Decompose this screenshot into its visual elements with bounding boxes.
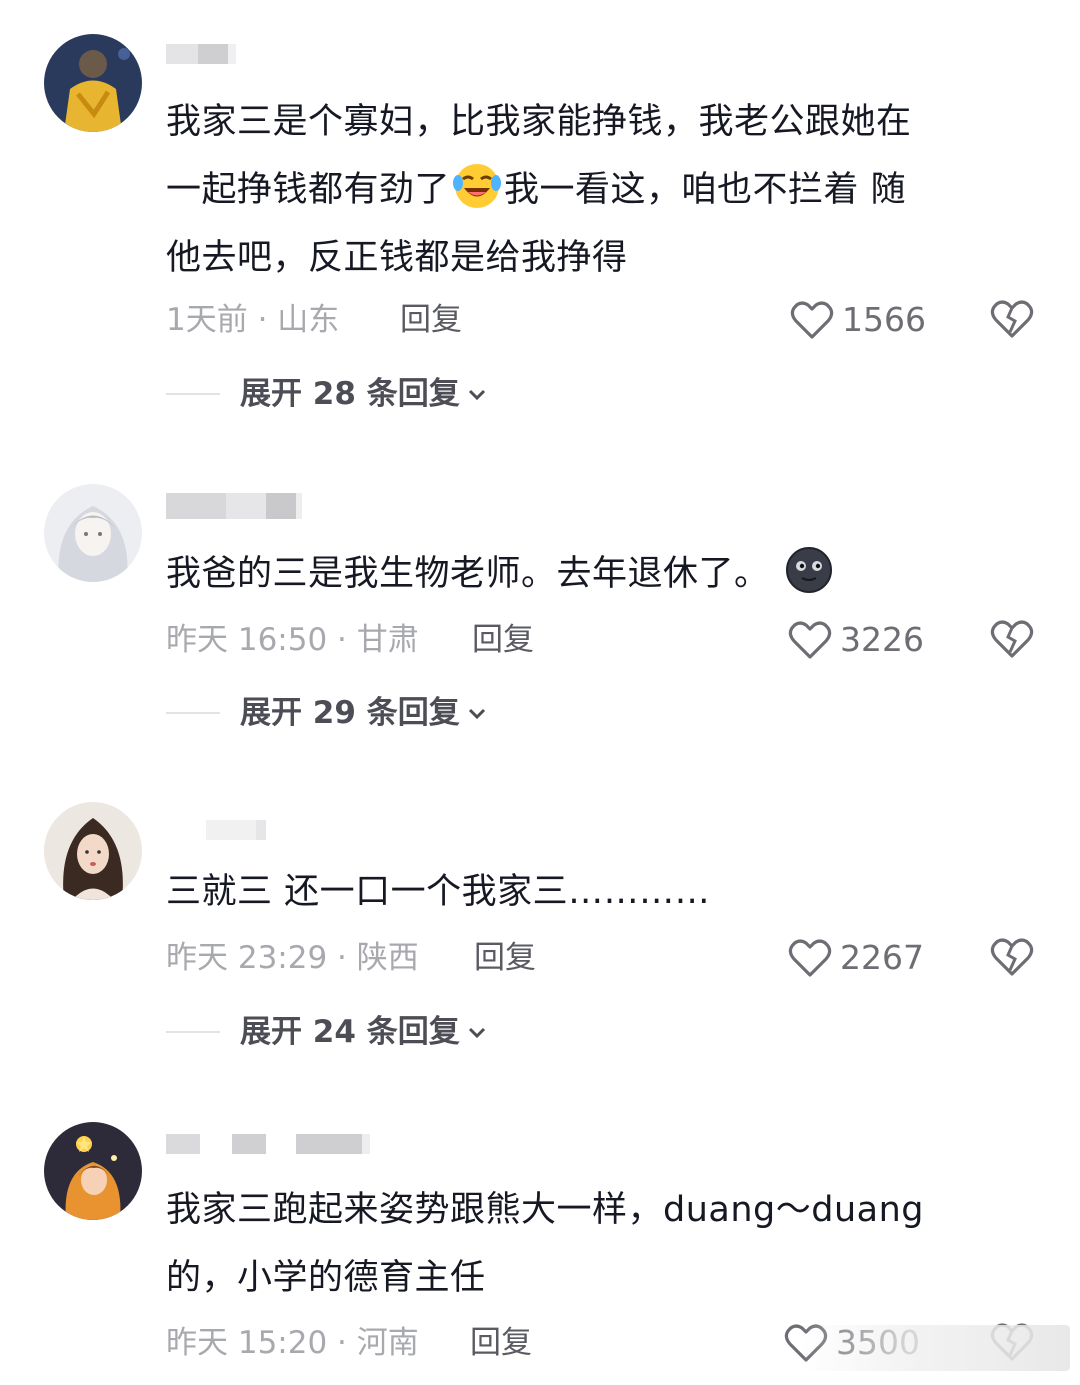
broken-heart-icon[interactable] bbox=[990, 936, 1034, 978]
like-count: 2267 bbox=[840, 938, 924, 977]
chevron-down-icon bbox=[468, 1027, 485, 1039]
expand-replies-button[interactable]: 展开 24 条回复 bbox=[166, 1012, 488, 1052]
comment-meta: 昨天 15:20 · 河南 bbox=[166, 1325, 419, 1361]
avatar[interactable] bbox=[44, 34, 142, 132]
reply-button[interactable]: 回复 bbox=[474, 938, 536, 978]
chevron-down-icon bbox=[468, 708, 485, 720]
like-button[interactable]: 3226 bbox=[788, 620, 924, 660]
reply-button[interactable]: 回复 bbox=[400, 300, 462, 340]
laughing-crying-emoji bbox=[452, 161, 502, 211]
like-button[interactable]: 1566 bbox=[790, 300, 926, 340]
comment-text: 三就三 还一口一个我家三………… bbox=[166, 872, 711, 912]
username-blurred[interactable] bbox=[166, 812, 266, 848]
divider bbox=[166, 1031, 220, 1033]
chevron-down-icon bbox=[468, 389, 485, 401]
comment-meta: 昨天 16:50 · 甘肃 bbox=[166, 622, 419, 658]
like-button[interactable]: 2267 bbox=[788, 938, 924, 978]
new-moon-face-emoji bbox=[784, 545, 834, 595]
username-blurred[interactable] bbox=[166, 1126, 370, 1162]
like-count: 1566 bbox=[842, 300, 926, 339]
comment-text: 我家三是个寡妇，比我家能挣钱，我老公跟她在 一起挣钱都有劲了 我一看这，咱也不拦着… bbox=[166, 102, 912, 278]
avatar[interactable] bbox=[44, 484, 142, 582]
reply-button[interactable]: 回复 bbox=[470, 1323, 532, 1363]
heart-icon bbox=[790, 301, 834, 339]
heart-icon bbox=[788, 621, 832, 659]
heart-icon bbox=[788, 939, 832, 977]
watermark-overlay bbox=[800, 1325, 1070, 1371]
username-blurred[interactable] bbox=[166, 36, 236, 72]
expand-replies-button[interactable]: 展开 29 条回复 bbox=[166, 693, 488, 733]
avatar[interactable] bbox=[44, 802, 142, 900]
comment-meta: 昨天 23:29 · 陕西 bbox=[166, 940, 419, 976]
broken-heart-icon[interactable] bbox=[990, 618, 1034, 660]
avatar[interactable] bbox=[44, 1122, 142, 1220]
like-count: 3226 bbox=[840, 620, 924, 659]
reply-button[interactable]: 回复 bbox=[472, 620, 534, 660]
expand-replies-button[interactable]: 展开 28 条回复 bbox=[166, 374, 488, 414]
divider bbox=[166, 393, 220, 395]
comment-meta: 1天前 · 山东 bbox=[166, 302, 340, 338]
divider bbox=[166, 712, 220, 714]
comment-text: 我家三跑起来姿势跟熊大一样，duang～duang 的，小学的德育主任 bbox=[166, 1190, 924, 1298]
broken-heart-icon[interactable] bbox=[990, 298, 1034, 340]
username-blurred[interactable] bbox=[166, 488, 302, 524]
comment-text: 我爸的三是我生物老师。去年退休了。 bbox=[166, 540, 1026, 608]
